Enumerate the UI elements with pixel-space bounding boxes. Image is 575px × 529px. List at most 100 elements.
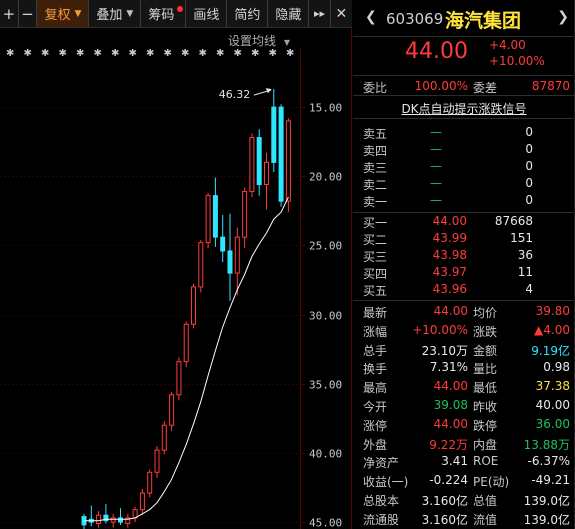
quote-stat-row: 净资产 3.41 ROE -6.37% [353,453,575,472]
stats-divider [353,300,575,301]
y-tick-label: 30.00 [309,310,342,323]
stat-label: 涨跌 [473,324,498,339]
stat-value: 39.80 [535,304,570,318]
candle-body [147,471,153,494]
chips-button[interactable]: 筹码 [141,0,187,27]
adjust-dropdown[interactable]: 复权 ▼ [37,0,90,27]
candle-body [205,195,211,244]
order-volume: 0 [525,176,533,190]
stat-label: 换手 [363,362,388,377]
stat-label: 内盘 [473,437,498,452]
stat-value: -0.224 [429,473,468,488]
order-book-sell-4: 卖四 — 0 [353,141,575,158]
stat-label: 金额 [473,343,498,358]
order-book-sell-3: 卖三 — 0 [353,158,575,175]
zoom-in-button[interactable]: + [0,0,19,27]
order-level-label: 卖三 [363,161,388,175]
order-volume: 87668 [494,214,533,228]
candle-body [154,449,160,473]
hide-button[interactable]: 隐藏 [268,0,310,27]
price-change-pct: +10.00% [489,54,545,68]
order-price: 43.97 [432,265,467,279]
stat-value: 40.00 [535,398,570,412]
zoom-out-button[interactable]: − [19,0,38,27]
overlay-dropdown[interactable]: 叠加 ▼ [89,0,142,27]
candle-body [249,137,255,192]
stat-label: 最新 [363,306,388,320]
order-price: 43.99 [432,231,467,245]
order-volume: 11 [517,265,533,279]
quote-stat-row: 流通股 3.160亿 流值 139.0亿 [353,510,575,529]
chips-label: 筹码 [148,8,175,23]
draw-line-button[interactable]: 画线 [186,0,228,27]
quote-stat-row: 今开 39.08 昨收 40.00 [353,397,575,416]
next-stock-icon[interactable]: ❯ [557,9,569,25]
stat-value: 3.160亿 [421,494,468,508]
y-tick-label: 35.00 [309,379,342,392]
ma-settings-link[interactable]: 设置均线 ▼ [228,32,290,49]
stat-label: 量比 [473,362,498,377]
stat-label: 均价 [473,306,498,320]
dk-signal-link[interactable]: DK点自动提示涨跌信号 [353,97,575,119]
stat-value: 0.98 [543,360,570,375]
stat-value: 44.00 [433,304,468,318]
ma-settings-label: 设置均线 [228,34,277,48]
stat-value: 3.41 [441,454,468,469]
candle-body [271,106,277,163]
quote-stat-row: 外盘 9.22万 内盘 13.88万 [353,435,575,454]
stock-code: 603069 [386,10,444,28]
chart-setting-bar: 设置均线 ▼ [0,29,352,49]
stat-label: 涨幅 [363,324,388,339]
order-volume: 0 [525,159,533,173]
order-price: — [430,193,442,207]
event-marker-icon: ✱ [24,49,32,59]
stat-label: 涨停 [363,418,388,433]
event-marker-icon: ✱ [181,49,189,59]
price-box: 44.00 +4.00 +10.00% [353,38,575,76]
candle-body [212,195,218,238]
order-level-label: 买三 [363,250,388,264]
event-marker-icon: ✱ [234,49,242,59]
order-price: — [430,159,442,173]
more-arrows-icon[interactable]: ▸▸ [309,0,331,27]
event-marker-icon: ✱ [269,49,277,59]
stat-value: 9.22万 [429,437,468,452]
candle-body [264,161,269,186]
high-arrow-icon [265,88,272,94]
order-level-label: 卖一 [363,195,388,209]
stat-value: 37.38 [535,379,570,394]
order-book-buy-5: 买五 43.96 4 [353,281,575,298]
quote-stat-row: 最新 44.00 均价 39.80 [353,303,575,322]
wei-cha-value: 87870 [531,79,570,93]
current-price: 44.00 [405,39,468,64]
candle-body [278,106,284,202]
high-price-label: 46.32 [219,88,251,101]
order-volume: 4 [525,282,533,296]
prev-stock-icon[interactable]: ❮ [365,9,377,25]
stat-label: 流值 [473,512,498,527]
stat-label: 总股本 [363,494,400,508]
candle-body [285,120,291,202]
order-level-label: 卖五 [363,127,388,141]
order-level-label: 买五 [363,284,388,298]
candle-body [183,323,189,363]
stat-label: 总值 [473,494,498,508]
order-volume: 0 [525,125,533,139]
stat-value: 139.0亿 [523,512,570,527]
simple-mode-button[interactable]: 简约 [227,0,269,27]
stat-value: 9.19亿 [531,343,570,358]
quote-stat-row: 收益(一) -0.224 PE(动) -49.21 [353,472,575,491]
order-price: — [430,142,442,156]
kline-chart[interactable]: 45.00 40.00 35.00 30.00 25.00 20.00 15.00 ✱ ✱ ✱ ✱ ✱… [0,49,352,529]
stat-value: ▲4.00 [534,322,570,337]
candle-body [110,517,116,523]
close-icon[interactable]: ✕ [331,0,352,27]
order-volume: 0 [525,193,533,207]
event-marker-icon: ✱ [59,49,67,59]
wei-bi-label: 委比 [363,81,388,95]
order-volume: 36 [517,248,533,262]
stat-value: -49.21 [531,473,570,488]
stat-value: 7.31% [429,360,468,375]
stat-label: PE(动) [473,475,510,490]
order-book-buy-2: 买二 43.99 151 [353,230,575,247]
